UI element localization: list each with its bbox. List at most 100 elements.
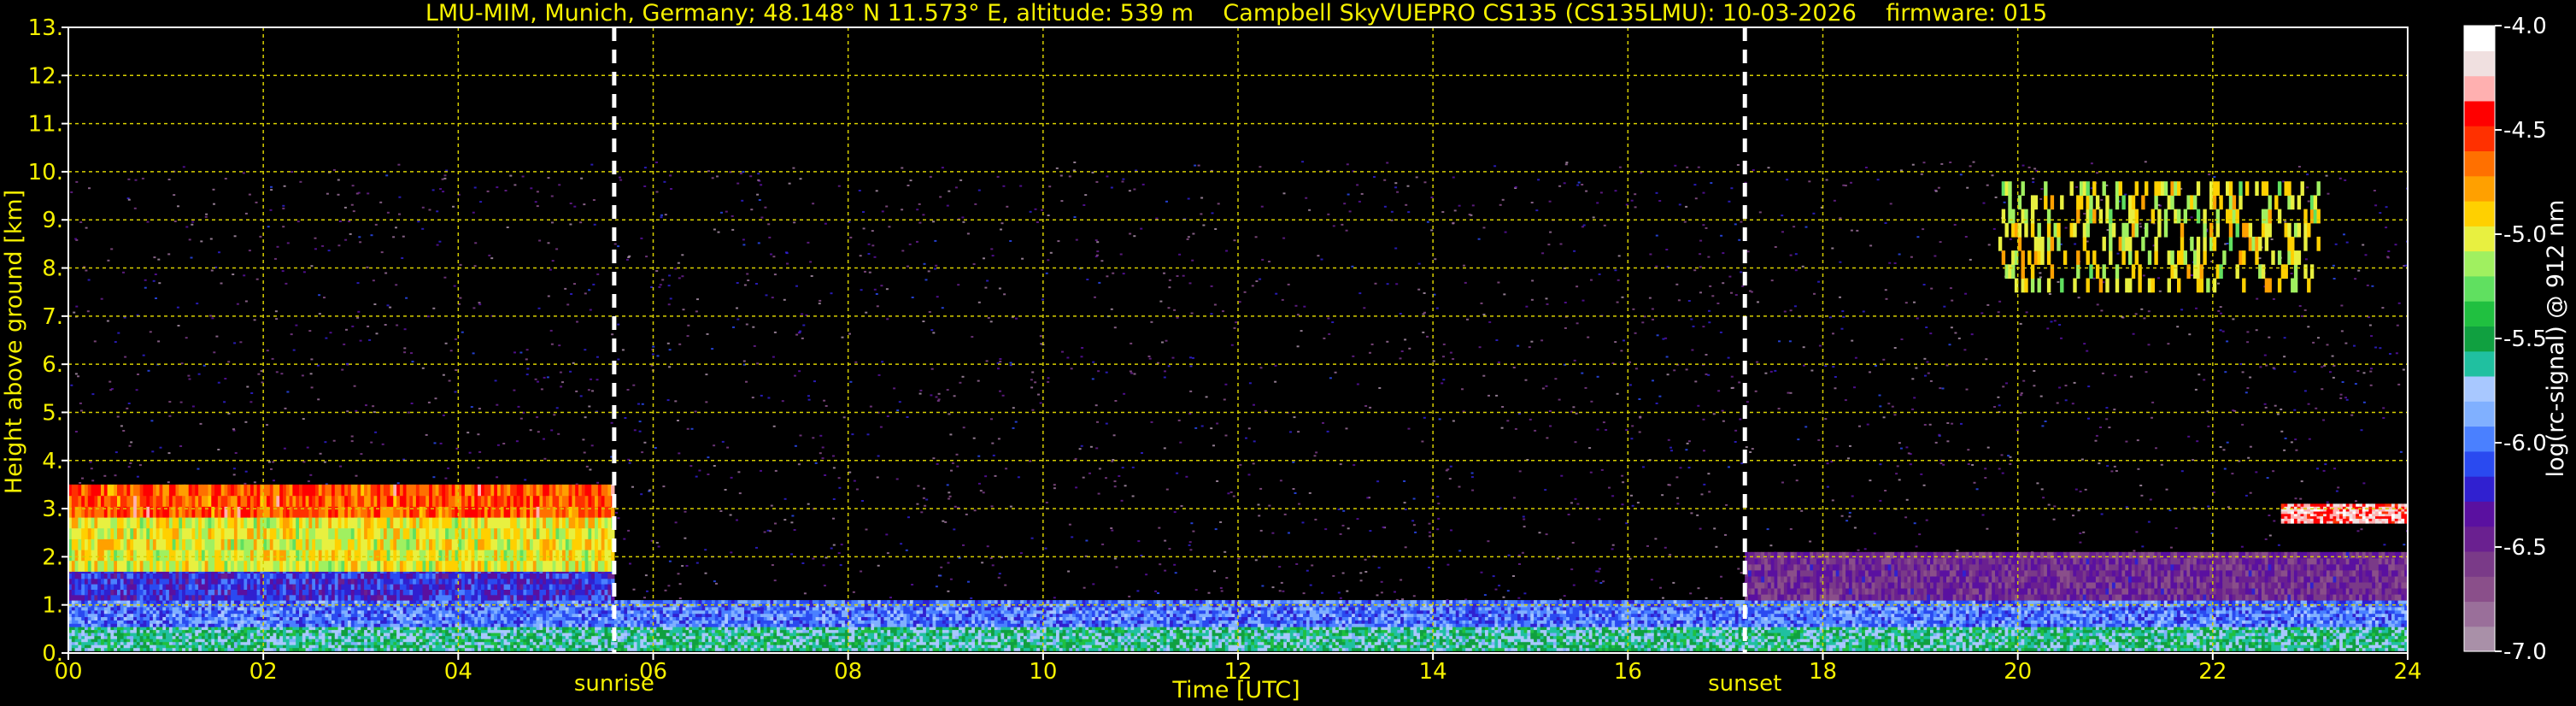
noise-pixel [553,414,556,416]
heat-cell [871,632,875,637]
noise-pixel [2219,306,2222,309]
heat-cell [708,632,713,637]
noise-pixel [185,226,189,228]
heat-cell [737,632,742,637]
heat-cell [448,638,453,643]
noise-pixel [2064,385,2068,387]
noise-pixel [824,585,826,587]
heat-cell [903,641,907,645]
noise-pixel [434,397,437,400]
heat-cell [299,644,303,649]
noise-pixel [1173,511,1177,514]
noise-pixel [1905,446,1909,449]
noise-pixel [385,174,389,177]
noise-pixel [2099,427,2102,428]
noise-pixel [961,216,965,219]
noise-pixel [1081,347,1084,349]
heat-cell [409,638,414,643]
heat-cell [361,635,365,639]
noise-pixel [1840,515,1844,517]
noise-pixel [525,349,529,351]
noise-pixel [1655,265,1658,268]
noise-pixel [1734,429,1738,432]
heat-cell [350,647,355,651]
noise-pixel [1599,582,1603,584]
heat-cell [770,632,774,637]
noise-pixel [1158,527,1161,529]
noise-pixel [479,201,483,203]
heat-cell [393,632,397,637]
noise-pixel [640,493,643,496]
heat-cell [198,641,202,645]
noise-pixel [849,380,853,383]
noise-pixel [1789,391,1793,394]
noise-pixel [136,475,139,478]
heat-cell [305,632,309,637]
heat-cell [1020,632,1024,637]
heat-cell [497,629,502,633]
heat-cell [396,629,401,633]
noise-pixel [2115,470,2118,472]
noise-pixel [202,364,206,367]
noise-pixel [176,306,179,309]
noise-pixel [1549,231,1552,233]
noise-pixel [1939,462,1943,465]
heat-cell [377,641,381,645]
heat-cell [1020,644,1024,649]
noise-pixel [1297,431,1300,433]
noise-pixel [1176,275,1179,277]
noise-pixel [350,435,354,438]
heat-cell [269,632,274,637]
noise-pixel [515,440,519,443]
noise-pixel [436,244,439,246]
heat-cell [754,632,758,637]
noise-pixel [774,522,777,525]
heat-cell [860,638,866,643]
noise-pixel [1450,529,1452,532]
noise-pixel [1003,293,1006,296]
noise-pixel [2167,343,2170,345]
heat-cell [611,644,615,649]
heat-cell [942,641,947,645]
noise-pixel [1720,575,1722,578]
noise-pixel [1271,532,1275,534]
noise-pixel [1848,511,1851,514]
heat-cell [481,641,485,645]
heat-cell [783,638,787,643]
noise-pixel [860,570,863,573]
heat-cell [188,629,193,633]
heat-cell [136,638,141,643]
heat-cell [130,647,134,651]
noise-pixel [953,395,956,397]
heat-cell [929,644,934,649]
heat-cell [977,644,983,649]
heat-cell [409,629,414,633]
heat-cell [97,635,102,639]
noise-pixel [918,392,922,395]
noise-pixel [1699,527,1702,530]
noise-pixel [783,497,787,500]
heat-cell [880,632,885,637]
heat-cell [883,629,888,633]
heat-cell [835,635,839,639]
noise-pixel [374,431,378,433]
heat-cell [328,632,332,637]
noise-pixel [646,590,648,592]
heat-cell [620,638,625,643]
noise-pixel [220,282,223,285]
heat-cell [130,632,134,637]
heat-cell [348,635,352,639]
heat-cell [350,641,355,645]
heat-cell [318,635,323,639]
noise-pixel [619,179,623,181]
noise-pixel [2002,385,2005,388]
noise-pixel [74,238,78,240]
heat-cell [146,629,150,633]
noise-pixel [832,517,835,520]
noise-pixel [1730,375,1734,378]
heat-cell [233,647,238,651]
noise-pixel [253,319,256,321]
noise-pixel [1898,479,1901,481]
heat-cell [133,638,138,643]
noise-pixel [801,337,804,339]
